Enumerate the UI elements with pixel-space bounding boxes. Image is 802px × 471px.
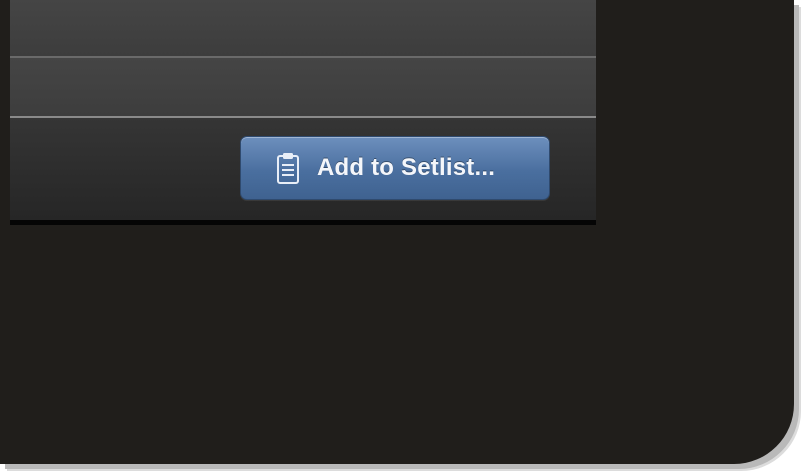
device-bezel: Add to Setlist... xyxy=(0,0,794,464)
toolbar-shadow xyxy=(10,220,596,225)
add-to-setlist-button[interactable]: Add to Setlist... xyxy=(240,136,550,200)
list-row[interactable] xyxy=(10,0,596,56)
app-screen: Add to Setlist... xyxy=(10,0,596,225)
clipboard-icon xyxy=(277,152,299,184)
bottom-toolbar: Add to Setlist... xyxy=(10,118,596,220)
list-row[interactable] xyxy=(10,58,596,116)
add-to-setlist-label: Add to Setlist... xyxy=(317,154,496,181)
